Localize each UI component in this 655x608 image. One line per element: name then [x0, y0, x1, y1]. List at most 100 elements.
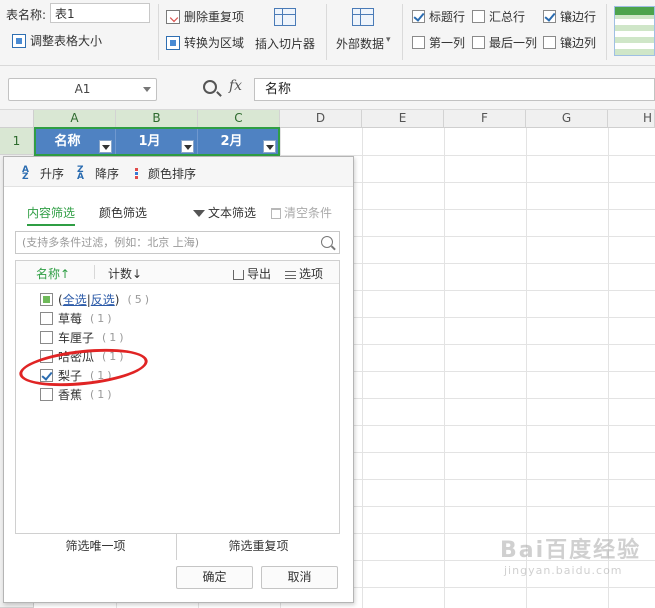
filter-duplicates-button[interactable]: 筛选重复项: [177, 534, 340, 560]
name-box[interactable]: A1: [8, 78, 157, 101]
sort-by-color-button[interactable]: 颜色排序: [134, 165, 196, 182]
item-checkbox[interactable]: [40, 369, 53, 382]
color-sort-icon: [134, 167, 144, 180]
header-cell-name[interactable]: 名称: [34, 128, 116, 155]
header-cell-jan[interactable]: 1月: [116, 128, 198, 155]
banded-columns-checkbox[interactable]: [543, 36, 556, 49]
slicer-icon: [274, 8, 296, 26]
filter-dropdown-icon[interactable]: [99, 140, 112, 153]
ribbon: 表名称: 表1 调整表格大小 删除重复项 转换为区域 插入切片器 外部数据 ▾ …: [0, 0, 655, 66]
list-item[interactable]: 梨子 (1): [40, 367, 115, 384]
sort-toolbar: AZ 升序 ZA 降序 颜色排序: [4, 157, 353, 187]
filter-dropdown-icon[interactable]: [263, 140, 276, 153]
options-button[interactable]: 选项: [285, 265, 323, 282]
item-count: (1): [90, 388, 115, 401]
ok-button[interactable]: 确定: [176, 566, 253, 589]
item-count: (1): [90, 369, 115, 382]
filter-value-list: 名称↑ 计数↓ 导出 选项 (全选|反选) (5) 草莓 (1) 车厘子 (1): [15, 260, 340, 559]
select-all-corner[interactable]: [0, 110, 34, 128]
list-item[interactable]: 草莓 (1): [40, 310, 115, 327]
sort-ascending-button[interactable]: AZ 升序: [22, 165, 64, 182]
convert-to-range-label: 转换为区域: [184, 36, 245, 50]
item-count: (1): [102, 331, 127, 344]
filter-search-input[interactable]: [16, 232, 306, 253]
column-header-b[interactable]: B: [116, 110, 198, 128]
tab-color-filter[interactable]: 颜色筛选: [99, 204, 147, 221]
sort-by-name-button[interactable]: 名称↑: [36, 265, 70, 282]
table-style-preview[interactable]: [614, 6, 655, 56]
zoom-icon[interactable]: [203, 80, 217, 94]
invert-selection-link[interactable]: 反选: [91, 293, 115, 307]
convert-to-range-button[interactable]: 转换为区域: [166, 34, 244, 51]
option-banded-rows[interactable]: 镶边行: [543, 8, 596, 25]
list-item[interactable]: 香蕉 (1): [40, 386, 115, 403]
item-count: (5): [127, 293, 153, 306]
export-button[interactable]: 导出: [233, 265, 271, 282]
export-icon: [233, 269, 244, 280]
list-item[interactable]: 哈密瓜 (1): [40, 348, 127, 365]
item-checkbox[interactable]: [40, 350, 53, 363]
row-header-1[interactable]: 1: [0, 128, 34, 155]
options-icon: [285, 270, 296, 279]
column-header-f[interactable]: F: [444, 110, 526, 128]
filter-unique-button[interactable]: 筛选唯一项: [15, 534, 176, 560]
option-banded-columns[interactable]: 镶边列: [543, 34, 596, 51]
quick-filter-bar: 筛选唯一项 筛选重复项: [15, 533, 340, 560]
filter-search-box: [15, 231, 340, 254]
column-header-e[interactable]: E: [362, 110, 444, 128]
list-item-select-all[interactable]: (全选|反选) (5): [40, 291, 152, 308]
option-last-column[interactable]: 最后一列: [472, 34, 537, 51]
remove-duplicates-button[interactable]: 删除重复项: [166, 8, 244, 25]
external-data-icon: [352, 8, 374, 26]
external-data-label: 外部数据: [336, 37, 385, 51]
remove-duplicates-label: 删除重复项: [184, 10, 245, 24]
column-header-g[interactable]: G: [526, 110, 608, 128]
option-total-row[interactable]: 汇总行: [472, 8, 525, 25]
banded-rows-checkbox[interactable]: [543, 10, 556, 23]
header-row-checkbox[interactable]: [412, 10, 425, 23]
table-name-label: 表名称:: [6, 8, 47, 22]
tab-content-filter[interactable]: 内容筛选: [27, 204, 76, 226]
chevron-down-icon: ▾: [386, 35, 391, 45]
sort-descending-button[interactable]: ZA 降序: [77, 165, 119, 182]
select-all-link[interactable]: 全选: [63, 293, 87, 307]
list-header: 名称↑ 计数↓ 导出 选项: [16, 261, 339, 284]
sort-desc-icon: ZA: [77, 164, 84, 182]
chevron-down-icon[interactable]: [143, 87, 151, 92]
cancel-button[interactable]: 取消: [261, 566, 338, 589]
filter-popup: AZ 升序 ZA 降序 颜色排序 内容筛选 颜色筛选 文本筛选 清空条件 名称↑…: [3, 156, 354, 603]
trash-icon: [271, 208, 281, 219]
filter-dropdown-icon[interactable]: [181, 140, 194, 153]
item-count: (1): [102, 350, 127, 363]
clear-conditions-button[interactable]: 清空条件: [271, 204, 332, 221]
header-cell-feb[interactable]: 2月: [198, 128, 280, 155]
fx-icon[interactable]: fx: [229, 78, 242, 94]
sort-by-count-button[interactable]: 计数↓: [108, 265, 142, 282]
column-header-h[interactable]: H: [608, 110, 655, 128]
formula-input[interactable]: 名称: [254, 78, 655, 101]
list-item[interactable]: 车厘子 (1): [40, 329, 127, 346]
text-filter-button[interactable]: 文本筛选: [193, 204, 256, 221]
item-checkbox[interactable]: [40, 331, 53, 344]
first-column-checkbox[interactable]: [412, 36, 425, 49]
item-count: (1): [90, 312, 115, 325]
sort-asc-icon: AZ: [22, 164, 29, 182]
column-header-d[interactable]: D: [280, 110, 362, 128]
funnel-icon: [193, 210, 205, 217]
column-header-a[interactable]: A: [34, 110, 116, 128]
item-checkbox[interactable]: [40, 312, 53, 325]
resize-table-label: 调整表格大小: [30, 34, 103, 48]
remove-duplicates-icon: [166, 9, 180, 24]
column-header-c[interactable]: C: [198, 110, 280, 128]
option-header-row[interactable]: 标题行: [412, 8, 465, 25]
resize-table-button[interactable]: 调整表格大小: [12, 32, 102, 49]
select-all-checkbox[interactable]: [40, 293, 53, 306]
last-column-checkbox[interactable]: [472, 36, 485, 49]
cell-reference: A1: [74, 82, 91, 96]
option-first-column[interactable]: 第一列: [412, 34, 465, 51]
total-row-checkbox[interactable]: [472, 10, 485, 23]
convert-range-icon: [166, 35, 180, 50]
item-checkbox[interactable]: [40, 388, 53, 401]
search-icon[interactable]: [321, 236, 333, 248]
table-name-input[interactable]: 表1: [50, 3, 150, 23]
